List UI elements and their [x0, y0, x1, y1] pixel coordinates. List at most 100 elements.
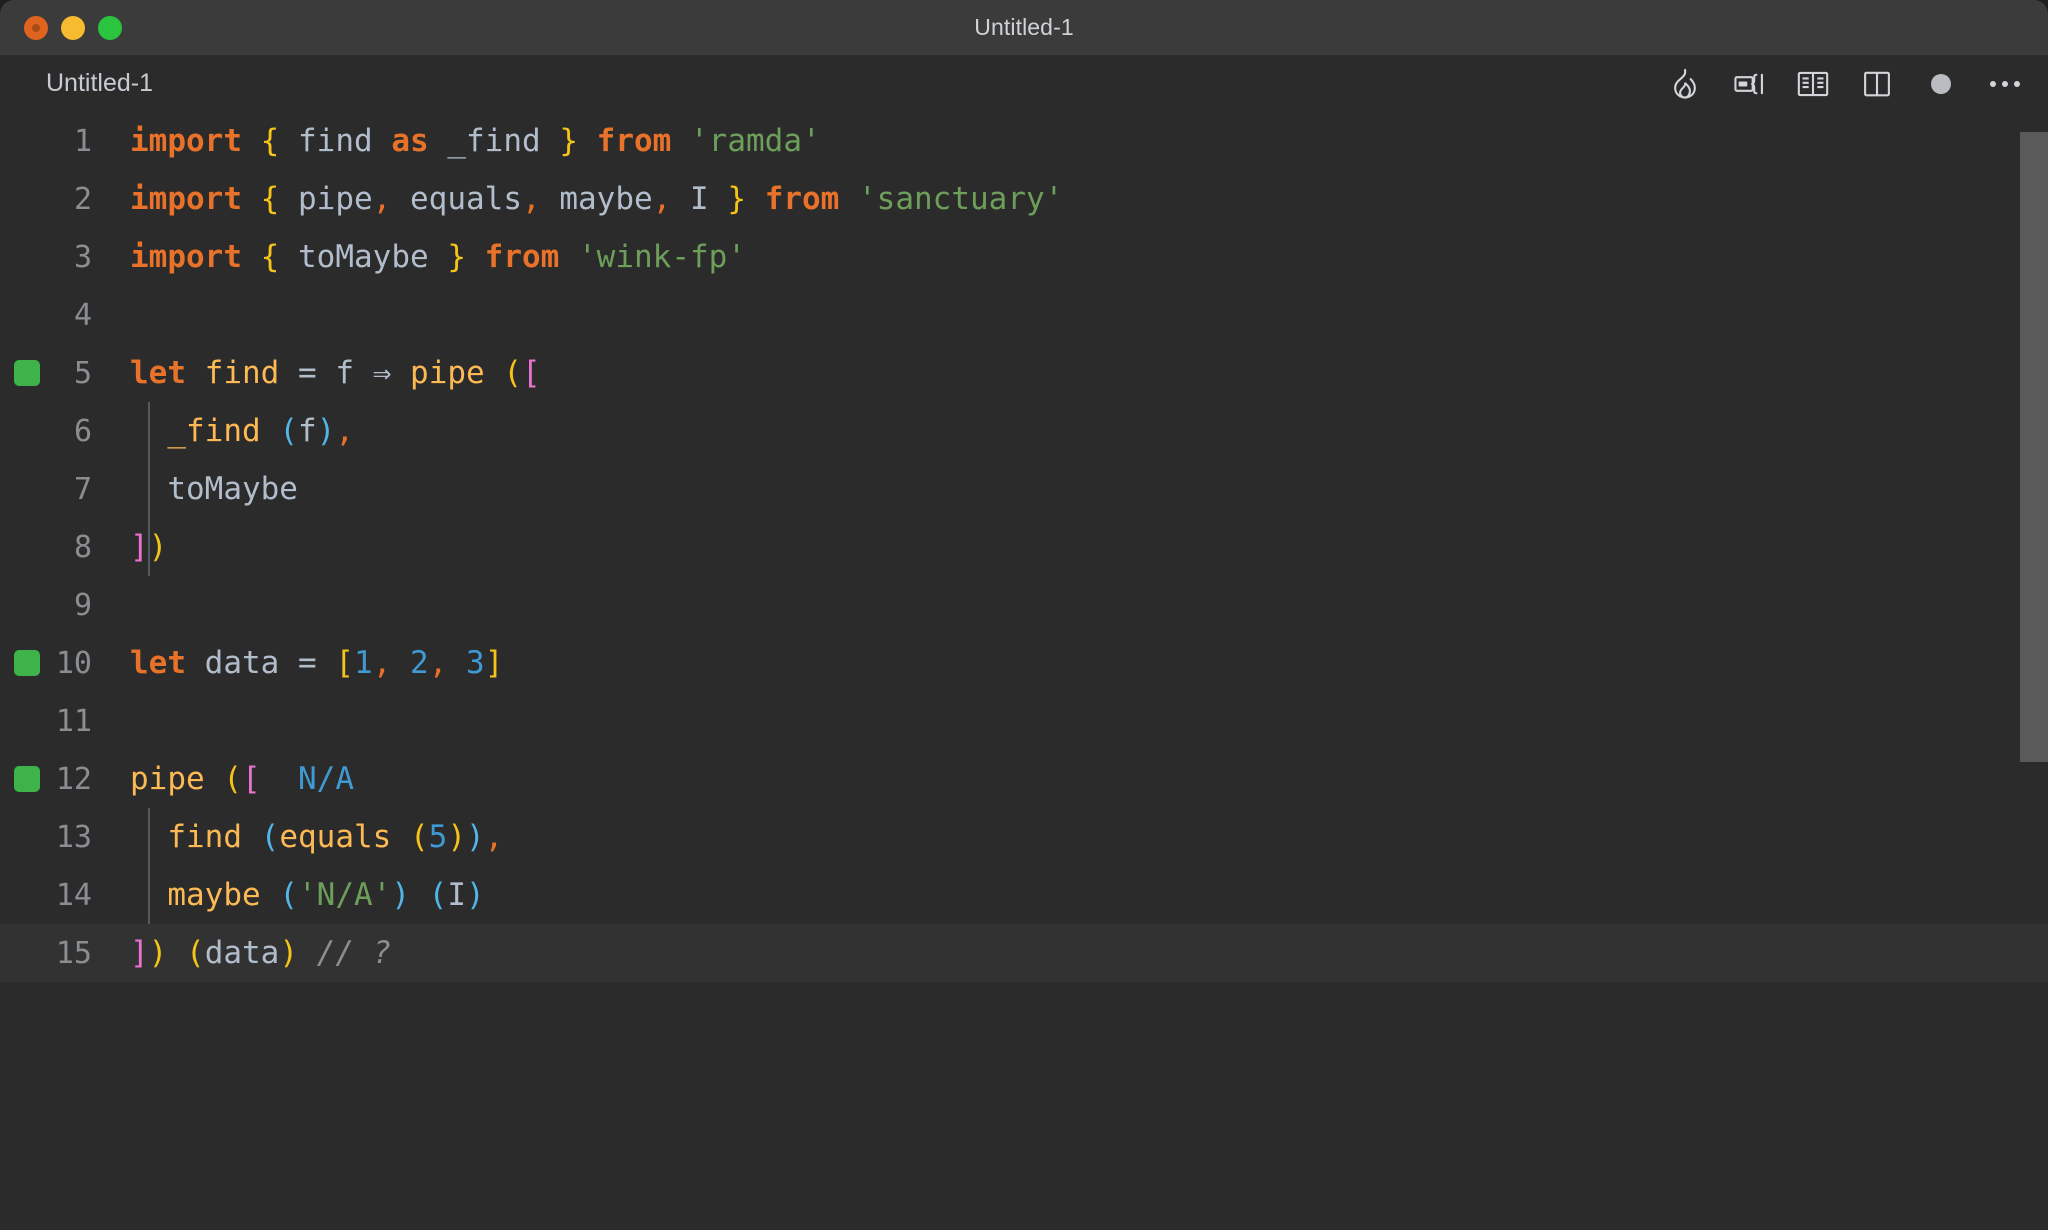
- code-text[interactable]: maybe ('N/A') (I): [128, 877, 2048, 913]
- code-line-15[interactable]: 15]) (data) // ?: [0, 924, 2048, 982]
- code-line-5[interactable]: 5 let find = f ⇒ pipe ([: [0, 344, 2048, 402]
- code-line-3[interactable]: 3 import { toMaybe } from 'wink-fp': [0, 228, 2048, 286]
- code-text[interactable]: find (equals (5)),: [128, 819, 2048, 855]
- code-line-1[interactable]: 1 import { find as _find } from 'ramda': [0, 112, 2048, 170]
- code-line-7[interactable]: 7 toMaybe: [0, 460, 2048, 518]
- code-text[interactable]: let find = f ⇒ pipe ([: [128, 355, 2048, 391]
- token: find: [298, 123, 373, 159]
- ellipsis-dot-1: [1990, 80, 1996, 87]
- gutter-empty: [14, 940, 40, 966]
- maximize-window-button[interactable]: [98, 15, 122, 40]
- gutter-empty: [14, 534, 40, 560]
- tab-untitled-1[interactable]: Untitled-1: [46, 69, 153, 98]
- split-editor-icon[interactable]: [1860, 67, 1894, 101]
- code-line-2[interactable]: 2 import { pipe, equals, maybe, I } from …: [0, 170, 2048, 228]
- code-text[interactable]: import { toMaybe } from 'wink-fp': [128, 239, 2048, 275]
- token: let: [130, 355, 186, 391]
- code-text[interactable]: import { find as _find } from 'ramda': [128, 123, 2048, 159]
- token: // ?: [316, 935, 392, 971]
- code-line-13[interactable]: 13 find (equals (5)),: [0, 808, 2048, 866]
- token: _find: [447, 123, 541, 159]
- token: (: [279, 877, 298, 913]
- token: ,: [652, 181, 672, 217]
- token: ,: [372, 645, 392, 681]
- token: ,: [372, 181, 392, 217]
- gutter-empty: [14, 418, 40, 444]
- token: find: [204, 355, 280, 391]
- code-text[interactable]: ]): [128, 529, 2048, 565]
- token: ,: [428, 645, 448, 681]
- code-text[interactable]: ]) (data) // ?: [128, 935, 2048, 971]
- vertical-scrollbar-track[interactable]: [2020, 112, 2048, 1230]
- close-window-button[interactable]: [24, 15, 48, 40]
- code-line-9[interactable]: 9: [0, 576, 2048, 634]
- token: find: [167, 819, 242, 855]
- token: (: [223, 761, 242, 797]
- code-text[interactable]: import { pipe, equals, maybe, I } from '…: [128, 181, 2048, 217]
- token: import: [130, 123, 242, 159]
- token: [: [242, 761, 261, 797]
- token: import: [130, 181, 242, 217]
- code-text[interactable]: let data = [1, 2, 3]: [128, 645, 2048, 681]
- token: ): [466, 819, 485, 855]
- code-text[interactable]: toMaybe: [128, 471, 2048, 507]
- vertical-scrollbar-thumb[interactable]: [2020, 132, 2048, 762]
- token: toMaybe: [167, 471, 298, 507]
- gutter-empty: [14, 476, 40, 502]
- token: ): [391, 877, 410, 913]
- gutter-empty: [14, 592, 40, 618]
- code-line-10[interactable]: 10 let data = [1, 2, 3]: [0, 634, 2048, 692]
- code-editor[interactable]: 1 import { find as _find } from 'ramda' 2 i…: [0, 112, 2048, 1230]
- token: {: [260, 181, 280, 217]
- quokka-live-marker-icon[interactable]: [14, 650, 40, 676]
- open-preview-icon[interactable]: [1796, 67, 1830, 101]
- token: ): [279, 935, 299, 971]
- code-line-8[interactable]: 8]): [0, 518, 2048, 576]
- token: 'N/A': [298, 877, 392, 913]
- code-lines-container: 1 import { find as _find } from 'ramda' 2 i…: [0, 112, 2048, 982]
- token: data: [204, 645, 280, 681]
- quokka-live-marker-icon[interactable]: [14, 766, 40, 792]
- code-line-4[interactable]: 4: [0, 286, 2048, 344]
- token: ): [148, 529, 168, 565]
- token: I: [690, 181, 709, 217]
- quokka-run-icon[interactable]: [1668, 67, 1702, 101]
- token: pipe: [130, 761, 205, 797]
- token: 2: [410, 645, 429, 681]
- token: =: [298, 355, 317, 391]
- more-actions-icon[interactable]: [1988, 67, 2022, 101]
- token: equals: [410, 181, 522, 217]
- code-line-11[interactable]: 11: [0, 692, 2048, 750]
- token: (: [428, 877, 448, 913]
- code-text[interactable]: pipe ([ N/A: [128, 761, 2048, 797]
- token: ,: [521, 181, 541, 217]
- token: (: [279, 413, 298, 449]
- code-line-6[interactable]: 6 _find (f),: [0, 402, 2048, 460]
- token: I: [447, 877, 467, 913]
- unsaved-dot-icon[interactable]: [1924, 67, 1958, 101]
- minimize-window-button[interactable]: [61, 15, 85, 40]
- code-line-12[interactable]: 12 pipe ([ N/A: [0, 750, 2048, 808]
- run-code-icon[interactable]: [1732, 67, 1766, 101]
- quokka-live-marker-icon[interactable]: [14, 360, 40, 386]
- token: equals: [279, 819, 392, 855]
- token: 3: [466, 645, 485, 681]
- gutter-empty: [14, 244, 40, 270]
- code-line-14[interactable]: 14 maybe ('N/A') (I): [0, 866, 2048, 924]
- code-text[interactable]: _find (f),: [128, 413, 2048, 449]
